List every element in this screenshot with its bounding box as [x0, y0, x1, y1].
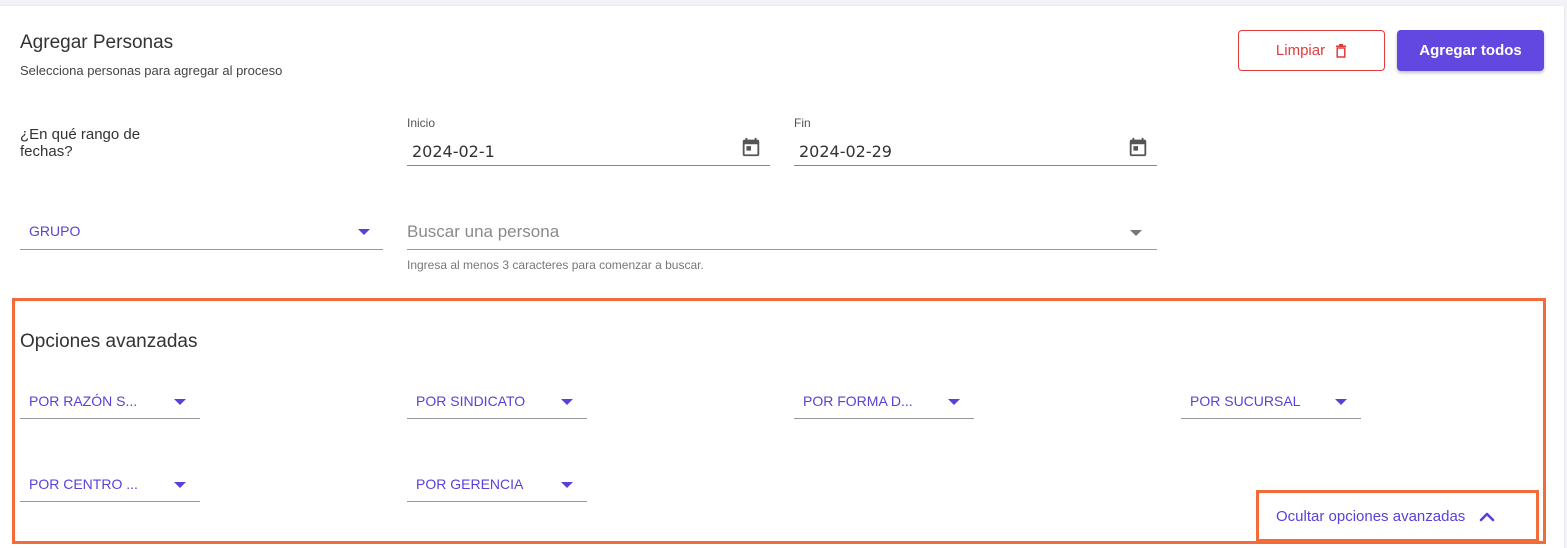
razon-social-select[interactable]: POR RAZÓN S...: [20, 384, 200, 419]
gerencia-select[interactable]: POR GERENCIA: [407, 467, 587, 502]
centro-select-label: POR CENTRO ...: [29, 476, 138, 492]
sucursal-select-label: POR SUCURSAL: [1190, 393, 1301, 409]
chevron-up-icon: [1479, 512, 1495, 522]
forma-select-label: POR FORMA D...: [803, 393, 913, 409]
person-search-placeholder: Buscar una persona: [407, 222, 560, 241]
calendar-icon[interactable]: [1127, 136, 1149, 158]
caret-down-icon: [174, 482, 186, 488]
start-date-value[interactable]: 2024-02-1: [412, 142, 495, 161]
calendar-icon[interactable]: [740, 136, 762, 158]
page-subtitle: Selecciona personas para agregar al proc…: [20, 63, 283, 78]
gerencia-select-label: POR GERENCIA: [416, 476, 524, 492]
end-date-label: Fin: [794, 116, 811, 130]
razon-social-select-label: POR RAZÓN S...: [29, 393, 138, 409]
hide-advanced-options-link[interactable]: Ocultar opciones avanzadas: [1276, 508, 1495, 525]
search-hint: Ingresa al menos 3 caracteres para comen…: [407, 258, 704, 272]
clear-button-label: Limpiar: [1275, 42, 1326, 59]
sindicato-select-label: POR SINDICATO: [416, 393, 526, 409]
caret-down-icon: [358, 229, 370, 235]
sindicato-select[interactable]: POR SINDICATO: [407, 384, 587, 419]
page-title: Agregar Personas: [20, 32, 174, 53]
caret-down-icon: [561, 399, 573, 405]
group-select[interactable]: GRUPO: [20, 215, 383, 250]
caret-down-icon: [174, 399, 186, 405]
hide-advanced-options-label: Ocultar opciones avanzadas: [1276, 508, 1466, 525]
person-search[interactable]: Buscar una persona: [407, 215, 1157, 250]
trash-icon: [1336, 43, 1347, 58]
end-date-field[interactable]: Fin 2024-02-29: [794, 116, 1157, 166]
caret-down-icon: [948, 399, 960, 405]
group-select-label: GRUPO: [29, 223, 81, 239]
advanced-options-title: Opciones avanzadas: [20, 331, 198, 352]
forma-select[interactable]: POR FORMA D...: [794, 384, 974, 419]
caret-down-icon: [1130, 230, 1142, 236]
centro-select[interactable]: POR CENTRO ...: [20, 467, 200, 502]
start-date-label: Inicio: [407, 116, 436, 130]
date-range-question: ¿En qué rango de fechas?: [20, 126, 141, 160]
add-all-button[interactable]: Agregar todos: [1397, 30, 1544, 71]
clear-button[interactable]: Limpiar: [1238, 30, 1385, 71]
start-date-field[interactable]: Inicio 2024-02-1: [407, 116, 770, 166]
sucursal-select[interactable]: POR SUCURSAL: [1181, 384, 1361, 419]
caret-down-icon: [561, 482, 573, 488]
caret-down-icon: [1335, 399, 1347, 405]
end-date-value[interactable]: 2024-02-29: [799, 142, 892, 161]
